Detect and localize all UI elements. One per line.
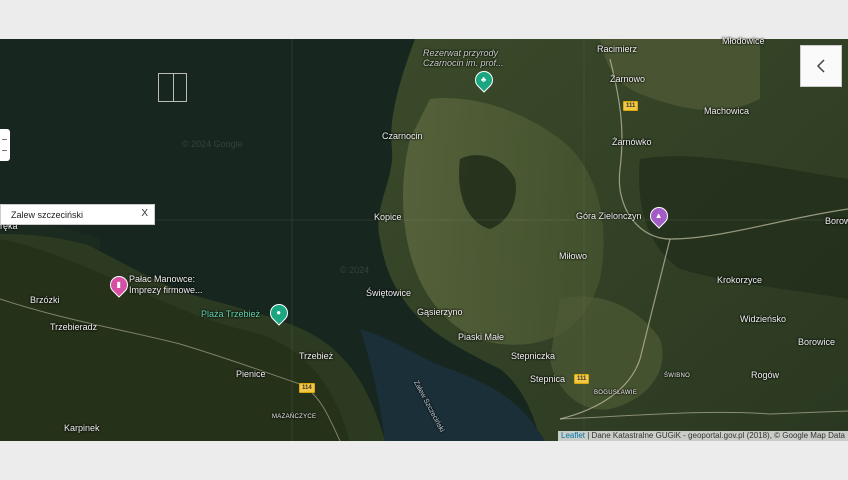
place-label-trzebiez: Trzebież (299, 351, 334, 361)
place-label-kopice: Kopice (374, 212, 402, 222)
place-label-trzebieradz: Trzebieradz (50, 322, 98, 332)
place-label-gasierzyno: Gąsierzyno (417, 307, 463, 317)
place-label-swibno: ŚWIBNO (664, 373, 691, 379)
chevron-left-icon (816, 59, 825, 73)
place-label-mazanczyce: MAZAŃCZYCE (272, 414, 317, 420)
place-label-rogow: Rogów (751, 370, 780, 380)
layers-panel-toggle[interactable] (0, 129, 10, 161)
map-watermark: © 2024 Google (182, 139, 243, 149)
place-label-mlodowice: Młodowice (722, 36, 765, 46)
place-label-piaski-male: Piaski Małe (458, 332, 505, 342)
bottom-bar (0, 441, 848, 480)
place-label-stepnica: Stepnica (530, 374, 566, 384)
collapse-panel-button[interactable] (800, 45, 842, 87)
top-bar (0, 0, 848, 39)
place-label-borowice: Borowice (798, 337, 836, 347)
place-label-stepniczka: Stepniczka (511, 351, 556, 361)
poi-label-plaza-trzebiez: Plaża Trzebież (201, 309, 261, 319)
road-sign: 111 (574, 374, 590, 384)
place-label-pienice: Pienice (236, 369, 266, 379)
place-label-milowo: Miłowo (559, 251, 588, 261)
place-label-czarnocin: Czarnocin (382, 131, 423, 141)
road-sign: 114 (299, 383, 315, 393)
place-label-zarnowko: Żarnówko (612, 137, 652, 147)
place-label-gora-zielonczyn: Góra Zielonczyn (576, 211, 642, 221)
search-box: X (0, 204, 155, 225)
place-label-widzienko: Widzieńsko (740, 314, 787, 324)
poi-label-palac-manowce: Pałac Manowce: Imprezy firmowe... (129, 274, 203, 295)
satellite-map[interactable]: © 2024 Google © 2024 (0, 39, 848, 441)
road-sign: 111 (623, 101, 639, 111)
clear-search-button[interactable]: X (141, 208, 148, 219)
place-label-machowica: Machowica (704, 106, 750, 116)
place-label-brzozki: Brzózki (30, 295, 60, 305)
layers-icon (2, 139, 7, 151)
map-attribution: Leaflet | Dane Katastralne GUGiK - geopo… (558, 431, 848, 441)
attribution-text: | Dane Katastralne GUGiK - geoportal.gov… (585, 431, 845, 440)
leaflet-link[interactable]: Leaflet (561, 431, 585, 440)
place-label-borow: Borow (825, 216, 848, 226)
place-label-swietowice: Świętowice (366, 288, 412, 298)
broken-image-icon (158, 73, 187, 102)
satellite-imagery (0, 39, 848, 441)
place-label-racimierz: Racimierz (597, 44, 638, 54)
place-label-krokorzyce: Krokorzyce (717, 275, 763, 285)
map-watermark: © 2024 (340, 265, 370, 275)
place-label-boguslawie: BOGUSŁAWIE (594, 390, 638, 396)
place-label-zarnowo: Żarnowo (610, 74, 646, 84)
search-input[interactable] (7, 207, 131, 222)
place-label-rezerwat: Rezerwat przyrody Czarnocin im. prof... (423, 48, 504, 68)
place-label-karpinek: Karpinek (64, 423, 100, 433)
